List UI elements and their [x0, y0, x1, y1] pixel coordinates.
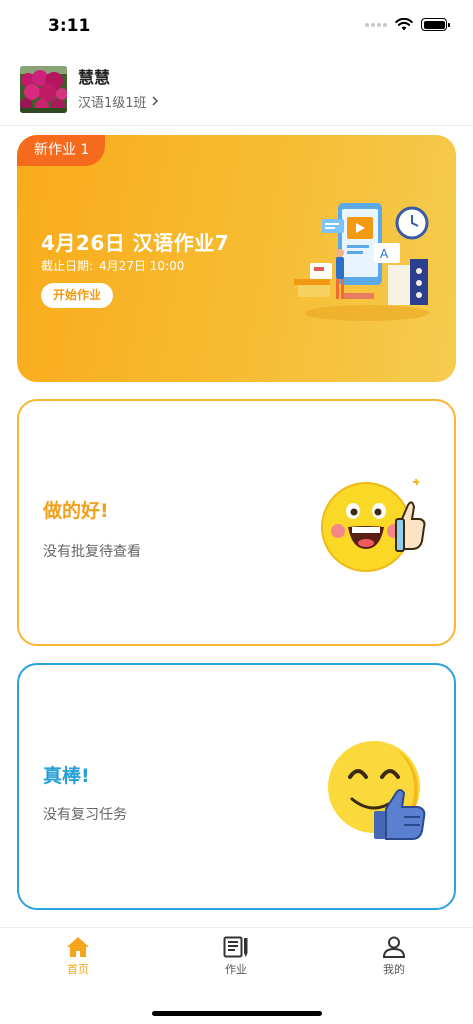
smiling-thumbs-up-emoji-icon: [328, 741, 426, 840]
tab-homework[interactable]: 作业: [196, 936, 276, 977]
review-subtitle: 没有批复待查看: [43, 544, 141, 560]
chevron-right-icon: [152, 96, 158, 106]
status-time: 3:11: [48, 16, 91, 36]
tab-home-label: 首页: [67, 963, 89, 976]
new-homework-badge: 新作业 1: [17, 135, 106, 166]
profile-name: 慧慧: [78, 67, 111, 87]
profile-header[interactable]: 慧慧 汉语1级1班: [20, 64, 159, 114]
tab-home[interactable]: 首页: [38, 936, 118, 977]
class-selector[interactable]: 汉语1级1班: [78, 92, 159, 111]
review-title: 做的好!: [43, 500, 109, 522]
homework-deadline: 截止日期: 4月27日 10:00: [41, 257, 184, 274]
tab-me[interactable]: 我的: [354, 936, 434, 977]
home-icon: [67, 937, 89, 957]
grinning-thumbs-up-emoji-icon: [321, 478, 426, 572]
tab-homework-label: 作业: [225, 963, 247, 976]
praise-title: 真棒!: [43, 765, 90, 787]
battery-icon: [421, 18, 450, 31]
signal-icon: [365, 22, 387, 27]
wifi-icon: [395, 18, 413, 31]
praise-subtitle: 没有复习任务: [43, 807, 127, 823]
deadline-label: 截止日期:: [41, 259, 94, 273]
praise-card[interactable]: 真棒! 没有复习任务: [17, 663, 456, 910]
bottom-tab-bar: 首页 作业 我的: [0, 927, 473, 1024]
svg-text:A: A: [380, 247, 389, 261]
status-icons: [365, 18, 450, 31]
homework-title: 4月26日 汉语作业7: [41, 231, 230, 255]
tab-me-label: 我的: [383, 963, 405, 976]
deadline-value: 4月27日 10:00: [99, 259, 185, 273]
review-card[interactable]: 做的好! 没有批复待查看: [17, 399, 456, 646]
header-divider: [0, 125, 473, 126]
avatar[interactable]: [20, 65, 67, 113]
profile-text: 慧慧 汉语1级1班: [78, 68, 159, 111]
home-indicator[interactable]: [152, 1011, 322, 1016]
start-homework-button[interactable]: 开始作业: [41, 283, 114, 308]
homework-illustration: A: [294, 203, 429, 321]
status-bar: 3:11: [0, 0, 473, 50]
new-homework-card[interactable]: 新作业 1 4月26日 汉语作业7 截止日期: 4月27日 10:00 开始作业…: [17, 135, 456, 382]
person-icon: [382, 936, 406, 958]
homework-icon: [223, 936, 248, 958]
class-name: 汉语1级1班: [78, 95, 147, 111]
